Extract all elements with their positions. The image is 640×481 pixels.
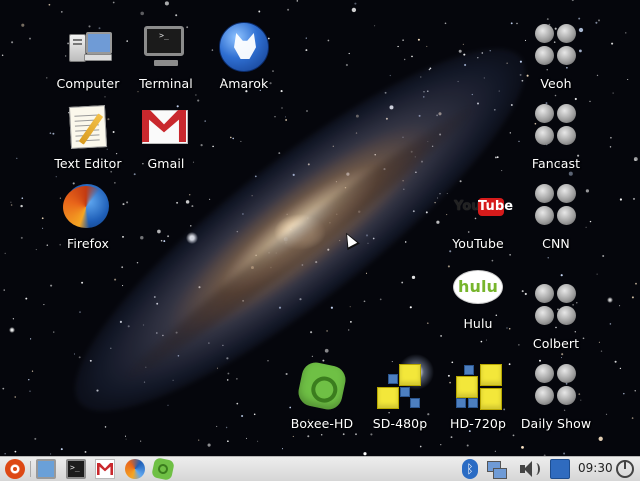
computer-icon (62, 22, 114, 74)
ubuntu-menu-icon[interactable] (5, 459, 25, 479)
amarok-wolf-icon (218, 22, 270, 74)
power-icon[interactable] (616, 460, 634, 478)
grey-dots-icon (530, 102, 582, 154)
icon-label: Gmail (147, 156, 185, 171)
gmail-icon (140, 102, 192, 154)
wallpaper-launcher-icon[interactable] (36, 459, 56, 479)
icon-label: Colbert (532, 336, 580, 351)
bluetooth-icon[interactable]: ᛒ (462, 459, 478, 479)
icon-label: Amarok (219, 76, 269, 91)
sd-tiles-icon (374, 362, 426, 414)
desktop-icon-daily-show[interactable]: Daily Show (510, 362, 602, 431)
firefox-launcher-icon[interactable] (125, 459, 145, 479)
desktop-icon-firefox[interactable]: Firefox (42, 182, 134, 251)
icon-label: Veoh (540, 76, 572, 91)
desktop-icon-gmail[interactable]: Gmail (120, 102, 212, 171)
volume-icon[interactable] (518, 459, 540, 479)
taskbar: >_ ᛒ 09:30 (0, 456, 640, 481)
desktop[interactable]: Computer >_ Terminal Amarok Text Editor … (0, 0, 640, 456)
terminal-icon: >_ (140, 22, 192, 74)
clock[interactable]: 09:30 (578, 461, 613, 475)
grey-dots-icon (530, 282, 582, 334)
calendar-icon[interactable] (550, 459, 570, 479)
desktop-icon-veoh[interactable]: Veoh (510, 22, 602, 91)
icon-label: Firefox (66, 236, 110, 251)
boxee-launcher-icon[interactable] (151, 457, 175, 481)
boxee-icon (295, 359, 349, 414)
desktop-icon-colbert[interactable]: Colbert (510, 282, 602, 351)
youtube-icon: You Tube (454, 198, 514, 216)
terminal-launcher-icon[interactable]: >_ (66, 459, 86, 479)
icon-label: CNN (542, 236, 570, 251)
desktop-icon-fancast[interactable]: Fancast (510, 102, 602, 171)
text-editor-icon (62, 102, 114, 154)
hulu-icon: hulu (452, 262, 504, 314)
icon-label: Daily Show (520, 416, 592, 431)
network-icon[interactable] (486, 459, 507, 479)
icon-label: Fancast (531, 156, 581, 171)
hd-tiles-icon (452, 362, 504, 414)
desktop-icon-cnn[interactable]: CNN (510, 182, 602, 251)
gmail-launcher-icon[interactable] (95, 459, 115, 479)
desktop-icon-amarok[interactable]: Amarok (198, 22, 290, 91)
grey-dots-icon (530, 362, 582, 414)
firefox-icon (62, 182, 114, 234)
grey-dots-icon (530, 182, 582, 234)
grey-dots-icon (530, 22, 582, 74)
taskbar-separator (30, 461, 31, 477)
